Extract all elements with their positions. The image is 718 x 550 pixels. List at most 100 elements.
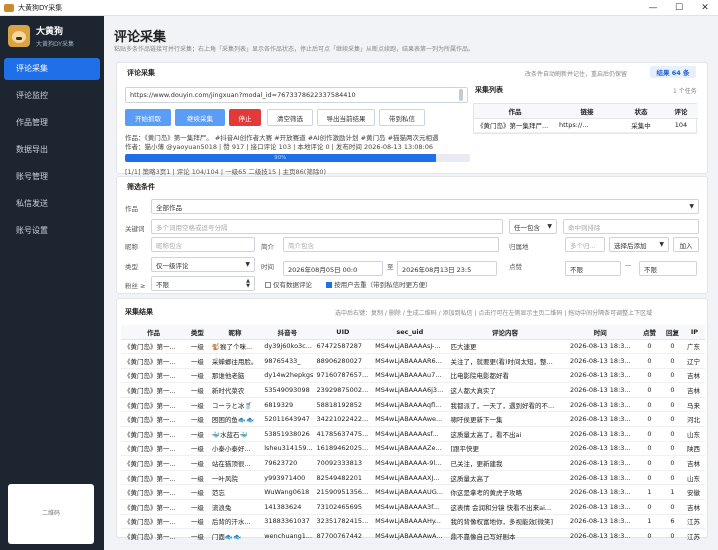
cell-work: 《黄门岛》第一... [121,397,186,413]
table-row[interactable]: 《黄门岛》第一... 一级 一叶风院 y993971400 82549482201 MS4… [121,470,705,486]
clear-filter-button[interactable]: 清空筛选 [267,109,313,126]
nickname-input[interactable]: 昵称包含 [151,237,255,252]
url-input-scrollbar[interactable] [459,89,463,101]
table-row[interactable]: 《黄门岛》第一... 一级 流浪兔 141383624 73102465695 MS4wL… [121,499,705,515]
time-end-input[interactable]: 2026年08月13日 23:5 [397,261,497,276]
table-row[interactable]: 《黄门岛》第一... 一级 范忘 WuWang0618 21590951356... MS… [121,484,705,501]
cell-type: 一级 [185,339,209,355]
table-row[interactable]: 《黄门岛》第一... 一级 那谁他老脑 dy14w2hepkgs 97160787657… [121,368,705,384]
task-col-status[interactable]: 状态 [618,104,664,119]
sidebar-item-works[interactable]: 作品管理 [4,112,100,134]
col-ip[interactable]: IP [683,325,705,340]
cell-douyin-id: WuWang0618 [261,484,314,501]
cell-comment: 鼎不靠像自己写好剧本 [447,528,563,544]
cell-ip: 广东 [683,339,705,355]
sidebar-item-dm[interactable]: 私信发送 [4,193,100,215]
cell-replies: 0 [660,455,684,471]
start-button[interactable]: 开始抓取 [125,109,171,126]
cell-nickname: 那谁他老脑 [208,368,262,384]
exclude-input[interactable]: 命中则排除 [563,219,699,234]
cell-comment: 我都派了，一天了，遇到好看的不... [447,397,563,413]
intro-input[interactable]: 简介包含 [283,237,499,252]
cell-nickname: 🐒猴了个咪... [208,339,262,355]
continue-button[interactable]: 继续采集 [175,109,225,126]
checkbox-has-data[interactable] [265,282,271,288]
cell-likes: 0 [637,411,661,428]
sidebar-item-comment-monitor[interactable]: 评论监控 [4,85,100,107]
export-button[interactable]: 导出当前结果 [317,109,375,126]
chevron-down-icon: ▼ [547,223,552,230]
region-select[interactable]: 选择后添加 ▼ [609,237,669,252]
send-to-dm-button[interactable]: 带到私信 [379,109,425,126]
chevron-down-icon: ▼ [245,261,250,268]
cell-time: 2026-08-13 18:3... [562,426,638,442]
stop-button[interactable]: 停止 [229,109,261,126]
cell-sec-uid: MS4wLjABAAAAZe... [372,441,448,457]
col-sec-uid[interactable]: sec_uid [372,325,448,340]
auto-save-note: 改条件自动刷新并记住，重启后仍保留 [525,71,628,78]
cell-uid: 88906280027 [313,353,373,369]
url-input[interactable]: https://www.douyin.com/jingxuan?modal_id… [125,87,468,103]
minimize-button[interactable]: — [640,3,666,13]
filter-panel: 筛选条件 作品 全部作品 ▼ 关键词 多个词用空格或逗号分隔 任一包含 ▼ 命中… [116,176,708,294]
checkbox-dedupe-user[interactable] [326,282,333,288]
cell-comment: 这人都大真实了 [447,382,563,398]
table-row[interactable]: 《黄门岛》第一... 一级 后背的汗水... 31883361037 323517824… [121,514,705,530]
col-uid[interactable]: UID [313,325,373,340]
collect-panel: 评论采集 改条件自动刷新并记住，重启后仍保留 结果 64 条 https://w… [116,62,708,176]
table-row[interactable]: 《黄门岛》第一... 一级 🐒猴了个咪... dy39j60ko3c... 674725… [121,339,705,355]
close-button[interactable]: ✕ [692,3,718,13]
sidebar-item-export[interactable]: 数据导出 [4,139,100,161]
cell-work: 《黄门岛》第一... [121,353,186,369]
cell-time: 2026-08-13 18:3... [562,514,638,530]
time-start-input[interactable]: 2026年08月05日 00:0 [283,261,383,276]
stepper-icon[interactable]: ▲ ▼ [246,278,250,289]
table-row[interactable]: 《黄门岛》第一... 一级 站在猫顶很... 79623720 70092333813 M… [121,455,705,471]
region-add-button[interactable]: 加入 [673,237,699,252]
cell-replies: 0 [660,382,684,398]
table-row[interactable]: 《黄门岛》第一... 一级 采蝉螂往用脸。 98765433_ 88906280027 M… [121,353,705,369]
cell-work: 《黄门岛》第一... [121,382,186,398]
sidebar-item-accounts[interactable]: 账号管理 [4,166,100,188]
table-row[interactable]: 《黄门岛》第一... 一级 门面🐟🐟 wenchuang1... 87700767442… [121,528,705,544]
cell-replies: 0 [660,397,684,413]
likes-min-input[interactable]: 不限 [565,261,621,276]
check-has-data-label: 仅有数据评论 [273,281,312,289]
cell-time: 2026-08-13 18:3... [562,368,638,384]
cell-time: 2026-08-13 18:3... [562,499,638,515]
col-nickname[interactable]: 昵称 [208,325,262,340]
task-col-link[interactable]: 链接 [556,104,618,119]
col-type[interactable]: 类型 [185,325,209,340]
col-comment[interactable]: 评论内容 [447,325,563,340]
cell-ip: 马来 [683,397,705,413]
region-input[interactable]: 多个归... [565,237,605,252]
col-douyin-id[interactable]: 抖音号 [261,325,314,340]
table-row[interactable]: 《黄门岛》第一... 一级 コーラと冰🥤 6819329 58818192852 MS4w… [121,397,705,413]
table-row[interactable]: 《黄门岛》第一... 一级 新时代菜农 53549093098 23929875002.… [121,382,705,398]
cell-time: 2026-08-13 18:3... [562,397,638,413]
fans-min-input[interactable]: 不限 ▲ ▼ [151,276,255,291]
task-col-comments[interactable]: 评论 [664,104,698,119]
match-mode-select[interactable]: 任一包含 ▼ [509,219,557,234]
col-time[interactable]: 时间 [562,325,638,340]
table-row[interactable]: 《黄门岛》第一... 一级 困困的鱼🐟🐟 52011643947 34221022422… [121,411,705,428]
sidebar-item-settings[interactable]: 账号设置 [4,220,100,242]
maximize-button[interactable]: ☐ [666,3,692,13]
cell-likes: 1 [637,514,661,530]
result-count-badge: 结果 64 条 [650,66,696,78]
table-row[interactable]: 《黄门岛》第一... 一级 小泰小泰好... lsheu314159... 161894… [121,441,705,457]
cell-time: 2026-08-13 18:3... [562,353,638,369]
work-filter-select[interactable]: 全部作品 ▼ [151,199,699,214]
table-row[interactable]: 《黄门岛》第一... 一级 🐳水蓝石🐳 53851938026 41785637475.… [121,426,705,442]
col-likes[interactable]: 点赞 [637,325,661,340]
likes-dash: — [625,261,632,269]
col-work[interactable]: 作品 [121,325,186,340]
sidebar-item-comment-collect[interactable]: 评论采集 [4,58,100,80]
task-row[interactable]: 《黄门岛》第一集拜尸... https://... 采集中 104 [474,118,698,134]
task-col-work[interactable]: 作品 [474,104,556,119]
keyword-input[interactable]: 多个词用空格或逗号分隔 [151,219,503,234]
type-select[interactable]: 仅一级评论 ▼ [151,257,255,272]
col-replies[interactable]: 回复 [660,325,684,340]
cell-ip: 山东 [683,426,705,442]
likes-max-input[interactable]: 不限 [639,261,697,276]
